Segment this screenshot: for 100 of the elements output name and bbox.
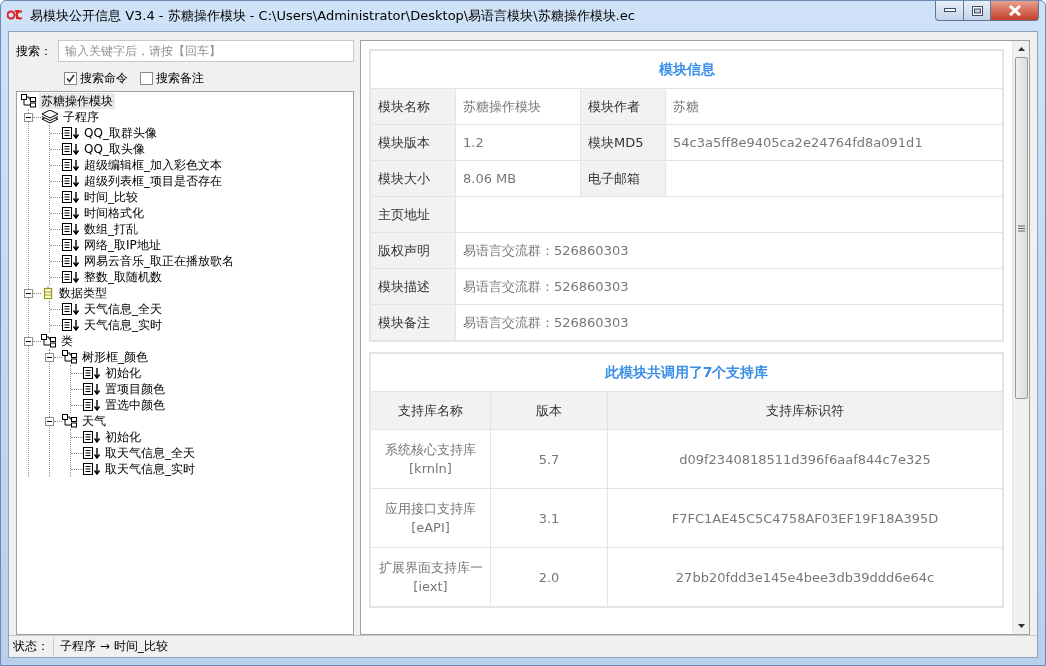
tree-item[interactable]: 取天气信息_实时 <box>103 461 197 477</box>
tree-item[interactable]: 置项目颜色 <box>103 381 167 397</box>
tree-item[interactable]: QQ_取群头像 <box>82 125 159 141</box>
document-arrow-icon <box>83 446 101 460</box>
collapse-toggle[interactable] <box>24 336 33 346</box>
tree-item[interactable]: 超级列表框_项目是否存在 <box>82 173 224 189</box>
document-arrow-icon <box>62 206 80 220</box>
table-cell: F7FC1AE45C5C4758AF03EF19F18A395D <box>607 488 1003 548</box>
search-option-checkbox[interactable]: 搜索命令 <box>64 70 128 87</box>
table-cell: 27bb20fdd3e145e4bee3db39ddd6e64c <box>607 547 1003 607</box>
tree-item[interactable]: 天气信息_全天 <box>82 301 164 317</box>
checkmark-icon <box>66 74 75 83</box>
field-value: 易语言交流群：526860303 <box>455 268 1003 305</box>
tree-item[interactable]: 树形框_颜色 <box>80 349 150 365</box>
table-cell: 扩展界面支持库一 [iext] <box>370 547 491 607</box>
field-value: 易语言交流群：526860303 <box>455 232 1003 269</box>
status-text: 子程序 → 时间_比较 <box>59 638 169 655</box>
search-label: 搜索： <box>16 42 52 60</box>
scroll-up-icon[interactable] <box>1017 47 1025 51</box>
field-label: 模块描述 <box>370 268 456 305</box>
tree-item[interactable]: 整数_取随机数 <box>82 269 164 285</box>
maximize-button[interactable] <box>964 1 991 21</box>
field-label: 电子邮箱 <box>580 160 666 197</box>
tree-item[interactable]: 超级编辑框_加入彩色文本 <box>82 157 224 173</box>
document-arrow-icon <box>62 190 80 204</box>
class-nodes-icon <box>62 414 78 428</box>
document-arrow-icon <box>83 430 101 444</box>
document-arrow-icon <box>83 382 101 396</box>
tree-item[interactable]: 置选中颜色 <box>103 397 167 413</box>
tree-item[interactable]: 天气 <box>80 413 108 429</box>
section-title: 此模块共调用了7个支持库 <box>370 353 1003 392</box>
tree-item[interactable]: 子程序 <box>61 109 101 125</box>
section-title: 模块信息 <box>370 50 1003 89</box>
table-cell: 2.0 <box>490 547 608 607</box>
column-header: 支持库名称 <box>370 391 491 430</box>
field-value: 1.2 <box>455 124 581 161</box>
document-arrow-icon <box>62 158 80 172</box>
close-icon[interactable] <box>1007 5 1022 16</box>
field-value: 易语言交流群：526860303 <box>455 304 1003 341</box>
document-arrow-icon <box>83 462 101 476</box>
tree-item[interactable]: 数组_打乱 <box>82 221 140 237</box>
field-label: 版权声明 <box>370 232 456 269</box>
tree-item[interactable]: QQ_取头像 <box>82 141 147 157</box>
maximize-icon[interactable] <box>971 5 983 16</box>
scroll-down-icon[interactable] <box>1017 624 1025 628</box>
minimize-button[interactable] <box>935 1 964 21</box>
document-arrow-icon <box>62 126 80 140</box>
search-option-checkbox[interactable]: 搜索备注 <box>140 70 204 87</box>
stacked-sheets-icon <box>41 110 59 124</box>
tree-item[interactable]: 网易云音乐_取正在播放歌名 <box>82 253 236 269</box>
table-cell: 应用接口支持库 [eAPI] <box>370 488 491 548</box>
app-logo-icon <box>7 9 25 21</box>
tree-item[interactable]: 时间格式化 <box>82 205 146 221</box>
tree-item[interactable]: 时间_比较 <box>82 189 140 205</box>
tree-item[interactable]: 类 <box>59 333 75 349</box>
minimize-icon[interactable] <box>943 8 956 13</box>
collapse-toggle[interactable] <box>24 112 33 122</box>
document-arrow-icon <box>62 270 80 284</box>
field-value: 苏糖操作模块 <box>455 88 581 125</box>
class-nodes-icon <box>21 94 37 108</box>
collapse-toggle[interactable] <box>24 288 33 298</box>
window-title: 易模块公开信息 V3.4 - 苏糖操作模块 - C:\Users\Administrator\Desktop\易语言模块\苏糖操作模块.ec <box>30 7 635 25</box>
table-cell: 系统核心支持库 [krnln] <box>370 429 491 489</box>
document-arrow-icon <box>83 398 101 412</box>
document-arrow-icon <box>62 302 80 316</box>
tree-item[interactable]: 取天气信息_全天 <box>103 445 197 461</box>
field-label: 模块名称 <box>370 88 456 125</box>
class-nodes-icon <box>62 350 78 364</box>
field-label: 模块大小 <box>370 160 456 197</box>
tree-item[interactable]: 初始化 <box>103 429 143 445</box>
column-header: 支持库标识符 <box>607 391 1003 430</box>
document-arrow-icon <box>62 238 80 252</box>
status-label: 状态： <box>9 638 54 655</box>
field-label: 模块版本 <box>370 124 456 161</box>
close-button[interactable] <box>991 1 1039 21</box>
tree-item[interactable]: 初始化 <box>103 365 143 381</box>
document-arrow-icon <box>62 254 80 268</box>
collapse-toggle[interactable] <box>45 416 54 426</box>
column-header: 版本 <box>490 391 608 430</box>
scrollbar[interactable] <box>1012 41 1029 634</box>
document-arrow-icon <box>83 366 101 380</box>
tree-item[interactable]: 苏糖操作模块 <box>39 93 115 109</box>
document-arrow-icon <box>62 318 80 332</box>
field-label: 模块MD5 <box>580 124 666 161</box>
class-nodes-icon <box>41 334 57 348</box>
field-value: 54c3a5ff8e9405ca2e24764fd8a091d1 <box>665 124 1003 161</box>
tree-item[interactable]: 网络_取IP地址 <box>82 237 163 253</box>
tree-item[interactable]: 数据类型 <box>57 285 109 301</box>
field-value: 苏糖 <box>665 88 1003 125</box>
scroll-thumb[interactable] <box>1014 57 1028 399</box>
table-cell: 3.1 <box>490 488 608 548</box>
document-arrow-icon <box>62 142 80 156</box>
type-icon <box>41 286 55 300</box>
field-value: 8.06 MB <box>455 160 581 197</box>
field-label: 模块备注 <box>370 304 456 341</box>
document-arrow-icon <box>62 174 80 188</box>
table-cell: 5.7 <box>490 429 608 489</box>
tree-item[interactable]: 天气信息_实时 <box>82 317 164 333</box>
search-field[interactable]: 输入关键字后，请按【回车】 <box>58 40 354 62</box>
collapse-toggle[interactable] <box>45 352 54 362</box>
